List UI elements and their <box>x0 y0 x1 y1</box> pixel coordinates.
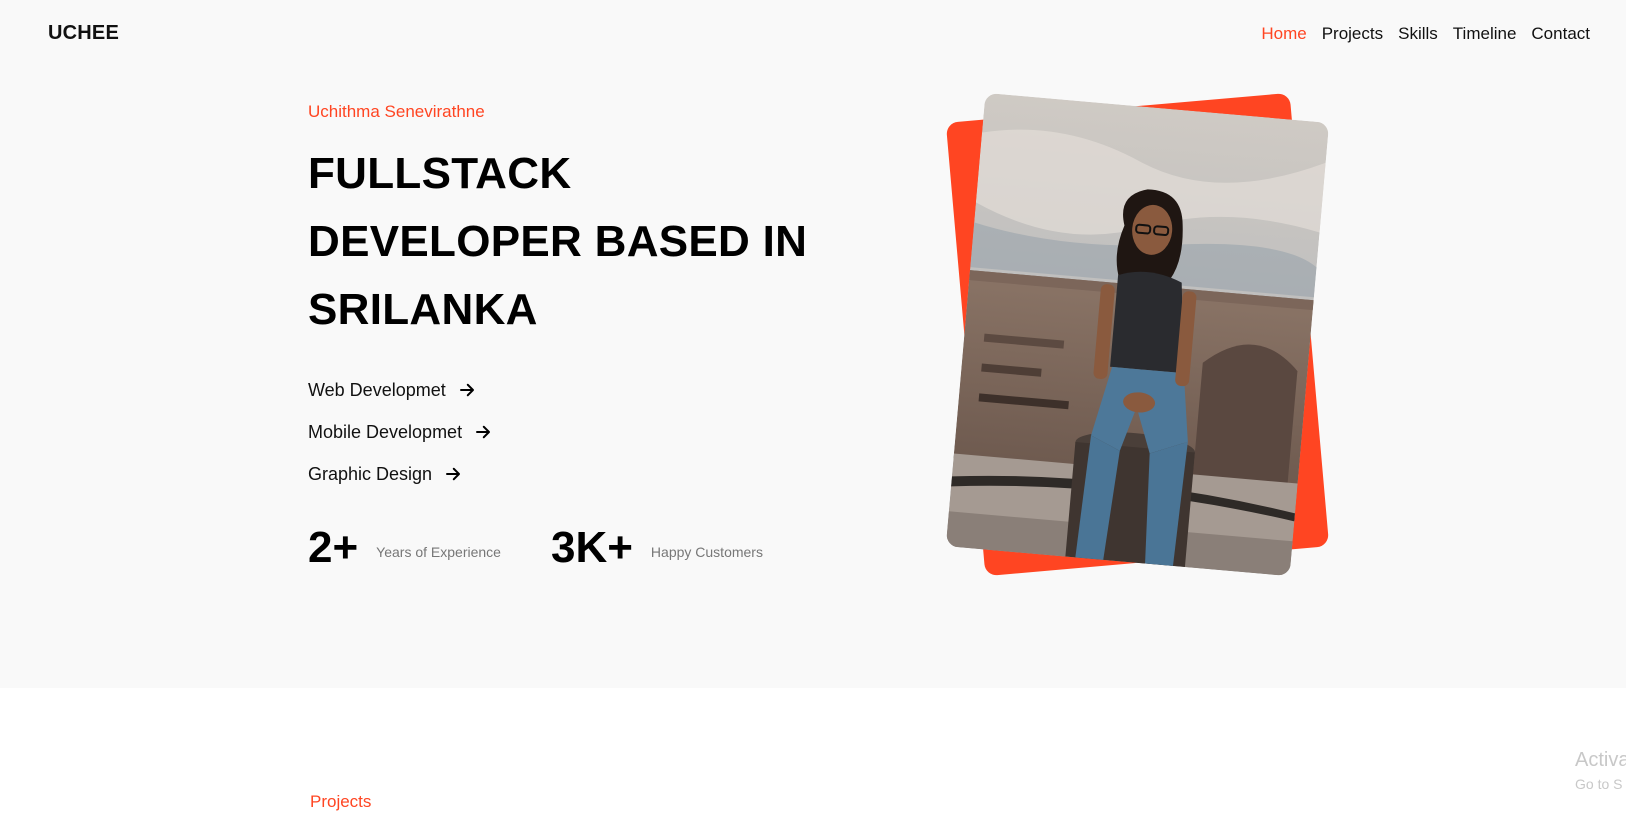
stat-experience: 2+ Years of Experience <box>308 526 501 570</box>
stat-label: Years of Experience <box>376 544 501 560</box>
headline-line-1: FULLSTACK <box>308 149 572 198</box>
arrow-right-icon <box>459 383 474 397</box>
portfolio-page: UCHEE Home Projects Skills Timeline Cont… <box>0 0 1626 822</box>
headline-line-3: SRILANKA <box>308 285 538 334</box>
watermark-line-1: Activa <box>1575 749 1626 771</box>
arrow-right-icon <box>446 467 461 481</box>
arrow-right-icon <box>476 425 491 439</box>
nav-home[interactable]: Home <box>1261 24 1306 44</box>
hero-name: Uchithma Senevirathne <box>308 102 485 121</box>
profile-photo-illustration <box>945 92 1330 577</box>
stat-value: 2+ <box>308 523 359 572</box>
hero-headline: FULLSTACK DEVELOPER BASED IN SRILANKA <box>308 140 828 344</box>
stats-row: 2+ Years of Experience 3K+ Happy Custome… <box>308 526 763 570</box>
service-graphic-design[interactable]: Graphic Design <box>308 462 492 486</box>
profile-photo <box>945 92 1330 577</box>
stat-label: Happy Customers <box>650 544 763 560</box>
stat-customers: 3K+ Happy Customers <box>551 526 763 570</box>
service-label: Web Developmet <box>308 379 446 400</box>
service-mobile-development[interactable]: Mobile Developmet <box>308 420 492 444</box>
activation-watermark: Activa Go to S <box>1575 748 1626 796</box>
hero-section <box>0 0 1626 688</box>
site-logo[interactable]: UCHEE <box>48 22 119 45</box>
nav-timeline[interactable]: Timeline <box>1453 24 1517 44</box>
headline-line-2: DEVELOPER BASED IN <box>308 217 808 266</box>
service-web-development[interactable]: Web Developmet <box>308 378 492 402</box>
services-list: Web Developmet Mobile Developmet Graphic… <box>308 378 492 486</box>
service-label: Mobile Developmet <box>308 421 463 442</box>
nav-skills[interactable]: Skills <box>1398 24 1438 44</box>
main-nav: Home Projects Skills Timeline Contact <box>1261 24 1590 44</box>
nav-projects[interactable]: Projects <box>1322 24 1383 44</box>
section-label-projects: Projects <box>310 792 372 811</box>
nav-contact[interactable]: Contact <box>1531 24 1590 44</box>
stat-value: 3K+ <box>550 523 633 572</box>
watermark-line-2: Go to S <box>1575 776 1623 792</box>
service-label: Graphic Design <box>308 463 433 484</box>
